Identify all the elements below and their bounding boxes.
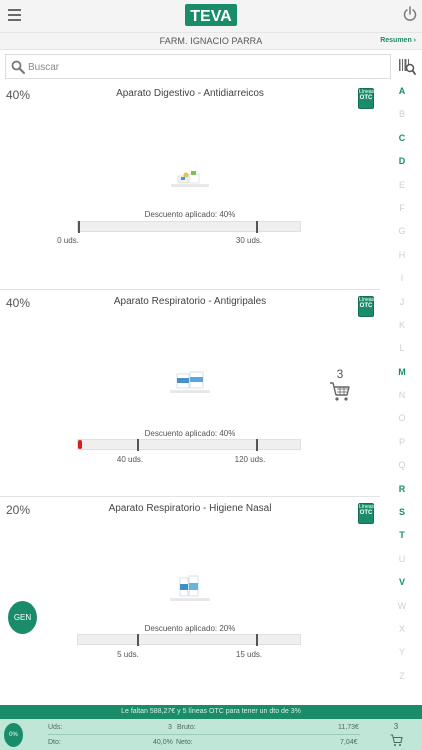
discount-tier-bar (77, 221, 301, 233)
product-image (177, 171, 200, 184)
tier-marker (256, 439, 258, 451)
pharmacy-name: FARM. IGNACIO PARRA (159, 36, 263, 46)
power-icon[interactable] (403, 6, 417, 22)
alphabet-letter[interactable]: N (392, 386, 412, 409)
alphabet-letter[interactable]: E (392, 176, 412, 199)
tier-label: 40 uds. (116, 455, 144, 464)
search-icon (11, 60, 25, 74)
alphabet-letter[interactable]: M (392, 363, 412, 386)
top-bar: TEVA (0, 0, 422, 32)
tier-label: 0 uds. (57, 236, 79, 245)
alphabet-letter[interactable]: Z (392, 667, 412, 690)
alphabet-letter[interactable]: D (392, 152, 412, 175)
category-card[interactable]: 40% Aparato Respiratorio - Antigripales … (0, 290, 380, 497)
alphabet-letter[interactable]: J (392, 293, 412, 316)
alphabet-letter[interactable]: U (392, 550, 412, 573)
search-input[interactable] (28, 58, 378, 76)
discount-tier-bar (77, 634, 301, 646)
tier-marker (137, 439, 139, 451)
discount-tier-bar (77, 439, 301, 451)
alphabet-letter[interactable]: A (392, 82, 412, 105)
tier-marker (256, 634, 258, 646)
tier-marker (256, 221, 258, 233)
otc-lines-badge: Líneas OTC (358, 503, 374, 524)
summary-link[interactable]: Resumen › (380, 37, 416, 44)
discount-label: Dto: (48, 739, 61, 746)
product-shelf (170, 598, 210, 601)
discount-applied-label: Descuento aplicado: 40% (144, 210, 236, 219)
product-image (179, 575, 199, 597)
otc-lines-badge: Líneas OTC (358, 88, 374, 109)
alphabet-letter[interactable]: W (392, 597, 412, 620)
alphabet-letter[interactable]: V (392, 573, 412, 596)
cart-total-count: 3 (393, 722, 399, 731)
tier-label: 120 uds. (234, 455, 266, 464)
svg-text:TEVA: TEVA (190, 8, 232, 25)
alphabet-letter[interactable]: B (392, 105, 412, 128)
alphabet-letter[interactable]: Y (392, 643, 412, 666)
current-discount-badge: 0% (4, 723, 23, 747)
footer-message: Le faltan 588,27€ y 5 líneas OTC para te… (0, 705, 422, 719)
discount-applied-label: Descuento aplicado: 20% (144, 624, 236, 633)
gen-button[interactable]: GEN (8, 601, 37, 634)
pharmacy-bar: FARM. IGNACIO PARRA Resumen › (0, 32, 422, 50)
alphabet-letter[interactable]: C (392, 129, 412, 152)
category-title: Aparato Respiratorio - Higiene Nasal (108, 503, 272, 514)
alphabet-letter[interactable]: R (392, 480, 412, 503)
tier-label: 15 uds. (235, 650, 263, 659)
barcode-scan-icon[interactable] (398, 57, 416, 76)
shopping-cart-icon[interactable] (329, 381, 351, 403)
alphabet-letter[interactable]: T (392, 526, 412, 549)
alphabet-letter[interactable]: O (392, 409, 412, 432)
progress-fill (78, 440, 82, 449)
alphabet-letter[interactable]: K (392, 316, 412, 339)
teva-logo: TEVA (185, 4, 237, 26)
product-shelf (171, 184, 209, 187)
units-label: Uds: (48, 724, 63, 731)
order-summary: 0% Uds: 3 Bruto: 11,73€ Dto: 40,0% Neto:… (0, 719, 422, 750)
tier-label: 5 uds. (117, 650, 139, 659)
product-shelf (170, 390, 210, 393)
net-value: 7,04€ (340, 739, 358, 746)
category-card[interactable]: 20% Aparato Respiratorio - Higiene Nasal… (0, 497, 380, 705)
alphabet-letter[interactable]: S (392, 503, 412, 526)
units-value: 3 (168, 724, 172, 731)
discount-value: 40,0% (153, 739, 173, 746)
discount-applied-label: Descuento aplicado: 40% (144, 429, 236, 438)
product-image (176, 371, 204, 389)
alphabet-letter[interactable]: X (392, 620, 412, 643)
alphabet-letter[interactable]: L (392, 339, 412, 362)
net-label: Neto: (176, 739, 193, 746)
alphabet-letter[interactable]: Q (392, 456, 412, 479)
alphabet-index: ABCDEFGHIJKLMNOPQRSTUVWXYZ (392, 82, 412, 690)
summary-row: Uds: 3 Bruto: 11,73€ (48, 721, 360, 735)
category-card[interactable]: 40% Aparato Digestivo - Antidiarreicos L… (0, 82, 380, 290)
summary-row: Dto: 40,0% Neto: 7,04€ (48, 736, 360, 750)
row-divider (48, 734, 360, 735)
alphabet-letter[interactable]: P (392, 433, 412, 456)
tier-marker (78, 221, 80, 233)
menu-icon[interactable] (8, 9, 21, 21)
otc-lines-badge: Líneas OTC (358, 296, 374, 317)
category-title: Aparato Respiratorio - Antigripales (113, 296, 267, 307)
tier-label: 30 uds. (235, 236, 263, 245)
alphabet-letter[interactable]: F (392, 199, 412, 222)
category-title: Aparato Digestivo - Antidiarreicos (116, 88, 264, 99)
search-box (5, 54, 391, 79)
alphabet-letter[interactable]: H (392, 246, 412, 269)
tier-marker (137, 634, 139, 646)
cart-icon[interactable] (390, 734, 403, 747)
cart-quantity: 3 (336, 367, 344, 381)
alphabet-letter[interactable]: I (392, 269, 412, 292)
gross-label: Bruto: (177, 724, 196, 731)
gross-value: 11,73€ (338, 724, 359, 731)
alphabet-letter[interactable]: G (392, 222, 412, 245)
